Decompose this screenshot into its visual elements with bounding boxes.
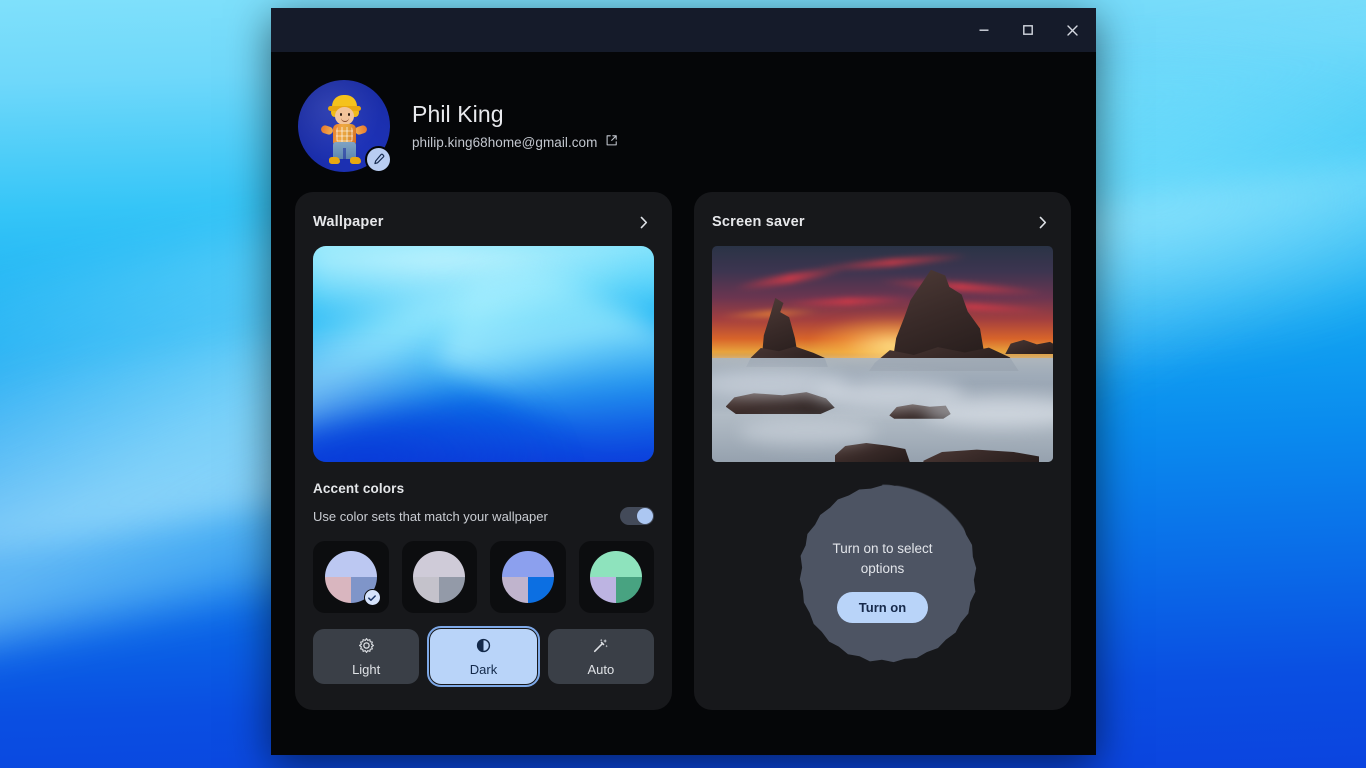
check-icon (364, 589, 381, 606)
avatar-wrapper[interactable] (298, 80, 390, 172)
window-titlebar (271, 8, 1096, 52)
accent-toggle-row: Use color sets that match your wallpaper (313, 507, 654, 525)
personalization-settings-window: Phil King philip.king68home@gmail.com (271, 8, 1096, 755)
screensaver-empty-state: Turn on to select options Turn on (694, 470, 1071, 692)
profile-email-row[interactable]: philip.king68home@gmail.com (412, 134, 618, 152)
theme-light-button[interactable]: Light (313, 629, 419, 684)
theme-dark-button[interactable]: Dark (430, 629, 536, 684)
minimize-button[interactable] (962, 10, 1006, 50)
screensaver-card-title: Screen saver (712, 214, 805, 230)
accent-swatch-list (313, 541, 654, 613)
accent-colors-section: Accent colors Use color sets that match … (295, 481, 672, 684)
profile-email: philip.king68home@gmail.com (412, 135, 597, 150)
wallpaper-card-header[interactable]: Wallpaper (295, 192, 672, 246)
screensaver-card: Screen saver (694, 192, 1071, 710)
accent-colors-title: Accent colors (313, 481, 654, 496)
accent-swatch-1[interactable] (313, 541, 389, 613)
pencil-icon[interactable] (365, 146, 392, 173)
cards-row: Wallpaper Accent colors Use color sets t… (271, 184, 1096, 710)
chevron-right-icon[interactable] (1031, 211, 1053, 233)
close-button[interactable] (1050, 10, 1094, 50)
theme-dark-label: Dark (470, 662, 497, 677)
maximize-button[interactable] (1006, 10, 1050, 50)
screensaver-empty-text: Turn on to select options (813, 539, 953, 578)
desktop-background: Phil King philip.king68home@gmail.com (0, 0, 1366, 768)
wallpaper-preview[interactable] (313, 246, 654, 462)
sun-icon (358, 637, 375, 657)
accent-swatch-2[interactable] (402, 541, 478, 613)
screensaver-card-header[interactable]: Screen saver (694, 192, 1071, 246)
screensaver-preview[interactable] (712, 246, 1053, 462)
accent-toggle-label: Use color sets that match your wallpaper (313, 509, 548, 524)
theme-light-label: Light (352, 662, 380, 677)
toggle-knob (637, 508, 653, 524)
screensaver-turn-on-button[interactable]: Turn on (837, 592, 928, 623)
wallpaper-card: Wallpaper Accent colors Use color sets t… (295, 192, 672, 710)
accent-swatch-4[interactable] (579, 541, 655, 613)
chevron-right-icon[interactable] (632, 211, 654, 233)
external-link-icon[interactable] (605, 134, 618, 152)
wallpaper-card-title: Wallpaper (313, 214, 384, 230)
profile-header: Phil King philip.king68home@gmail.com (271, 52, 1096, 184)
screensaver-blob: Turn on to select options Turn on (785, 483, 981, 679)
magic-wand-icon (592, 637, 609, 657)
profile-text-block: Phil King philip.king68home@gmail.com (412, 101, 618, 152)
theme-auto-button[interactable]: Auto (548, 629, 654, 684)
accent-toggle-switch[interactable] (620, 507, 654, 525)
theme-mode-row: Light Dark (313, 629, 654, 684)
page-title: Phil King (412, 101, 618, 128)
half-moon-icon (475, 637, 492, 657)
accent-swatch-3[interactable] (490, 541, 566, 613)
theme-auto-label: Auto (587, 662, 614, 677)
